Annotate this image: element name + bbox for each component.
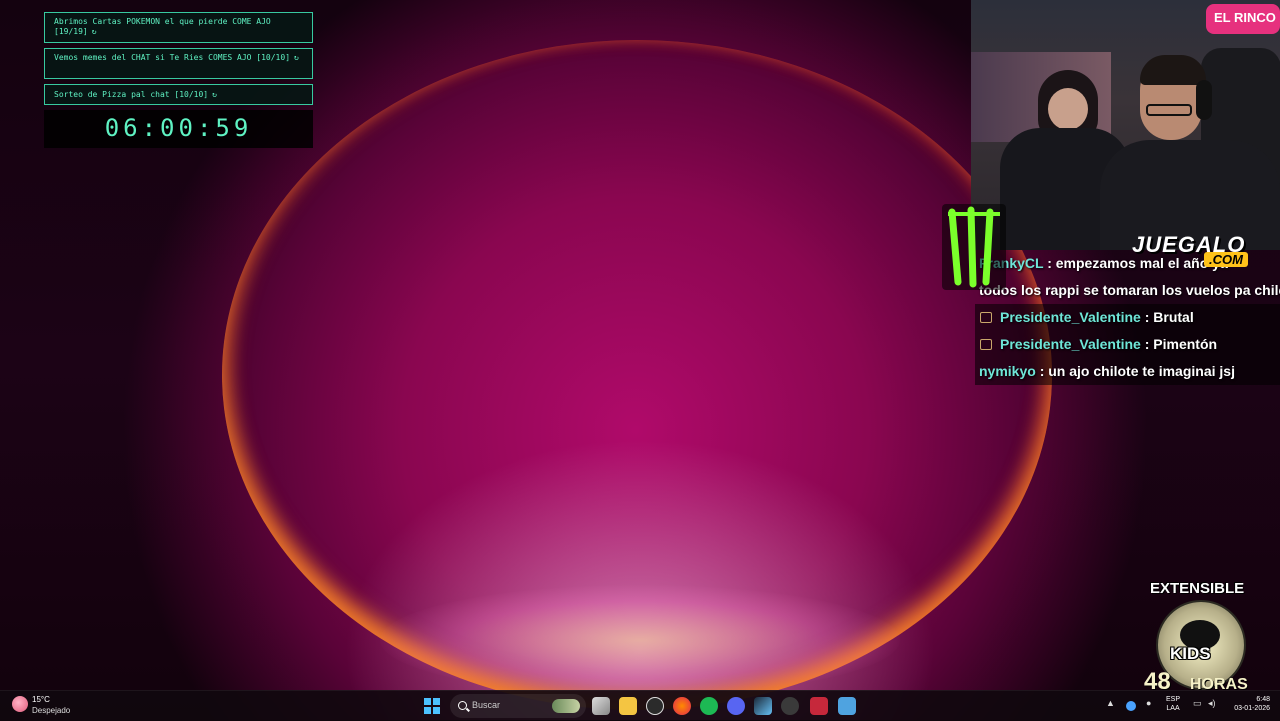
clock-date: 03-01-2026 xyxy=(1234,705,1270,712)
search-highlight-icon xyxy=(552,699,580,713)
chat-username: nymikyo xyxy=(979,363,1036,379)
app-icon[interactable] xyxy=(781,697,799,715)
file-explorer-icon[interactable] xyxy=(619,697,637,715)
chat-message: Presidente_Valentine : Brutal xyxy=(975,304,1280,331)
keyboard-layout: LAA xyxy=(1166,705,1180,712)
task-view-icon[interactable] xyxy=(592,697,610,715)
discord-icon[interactable] xyxy=(727,697,745,715)
chat-message: Presidente_Valentine : Pimentón xyxy=(975,331,1280,358)
volume-icon[interactable]: ◂) xyxy=(1208,698,1216,709)
firefox-icon[interactable] xyxy=(673,697,691,715)
chat-text: : un ajo chilote te imaginai jsj xyxy=(1035,363,1235,379)
notepad-icon[interactable] xyxy=(838,697,856,715)
goal-item: Vemos memes del CHAT si Te Ries COMES AJ… xyxy=(44,48,313,79)
neon-sign: EL RINCO xyxy=(1206,4,1280,34)
chat-text: : Pimentón xyxy=(1140,336,1218,352)
streamer-2-hair xyxy=(1140,55,1206,85)
microphone-icon[interactable]: ● xyxy=(1146,698,1151,708)
streamlabs-icon[interactable] xyxy=(810,697,828,715)
goal-refresh-icon: ↻ xyxy=(91,27,97,36)
language-indicator[interactable]: ESP LAA xyxy=(1166,695,1180,713)
extensible-title: EXTENSIBLE xyxy=(1150,580,1245,597)
goal-text: Abrimos Cartas POKEMON el que pierde COM… xyxy=(54,17,271,36)
stream-goals-widget: Abrimos Cartas POKEMON el que pierde COM… xyxy=(44,12,313,148)
weather-temperature: 15°C xyxy=(32,695,50,704)
goal-text: Sorteo de Pizza pal chat [10/10] xyxy=(54,90,209,99)
spotify-icon[interactable] xyxy=(700,697,718,715)
headset-icon xyxy=(1196,80,1212,120)
goal-refresh-icon: ↻ xyxy=(294,53,299,62)
taskbar-search-box[interactable]: Buscar xyxy=(450,694,586,718)
windows-start-icon[interactable] xyxy=(424,698,440,714)
subscriber-badge-icon xyxy=(980,311,992,323)
taskbar-clock[interactable]: 6:48 03-01-2026 xyxy=(1226,695,1270,713)
steam-icon[interactable] xyxy=(754,697,772,715)
monster-energy-logo-icon xyxy=(942,204,1006,290)
streamer-1-face xyxy=(1048,88,1088,130)
tray-app-icon[interactable] xyxy=(1126,701,1136,711)
kids-label: KIDS xyxy=(1170,644,1211,663)
chevron-up-icon[interactable]: ▲ xyxy=(1106,698,1115,708)
windows-taskbar: 15°C Despejado Buscar ▲ ● ESP LAA ▭ ◂) 6… xyxy=(0,690,1280,721)
chat-message: todos los rappi se tomaran los vuelos pa… xyxy=(975,277,1280,304)
chat-username: Presidente_Valentine xyxy=(1000,336,1141,352)
clock-time: 6:48 xyxy=(1256,696,1270,703)
language-code: ESP xyxy=(1166,696,1181,703)
network-icon[interactable]: ▭ xyxy=(1193,698,1202,709)
weather-icon xyxy=(12,696,28,712)
extensible-badge: EXTENSIBLE KIDS 48 HORAS xyxy=(1140,578,1260,698)
search-placeholder: Buscar xyxy=(472,700,501,710)
chat-text: : Brutal xyxy=(1140,309,1194,325)
chat-username: Presidente_Valentine xyxy=(1000,309,1141,325)
wallpaper-glow-bottom xyxy=(380,585,900,695)
chat-text: todos los rappi se tomaran los vuelos pa… xyxy=(979,282,1280,298)
chat-message: nymikyo : un ajo chilote te imaginai jsj xyxy=(975,358,1280,385)
countdown-timer: 06:00:59 xyxy=(44,110,313,148)
chat-overlay: FrankyCL : empezamos mal el año ya todos… xyxy=(975,250,1280,385)
obs-icon[interactable] xyxy=(646,697,664,715)
goal-item: Abrimos Cartas POKEMON el que pierde COM… xyxy=(44,12,313,43)
sponsor-logo-suffix: .COM xyxy=(1204,252,1248,267)
subscriber-badge-icon xyxy=(980,338,992,350)
streamer-2-glasses xyxy=(1146,104,1192,116)
goal-text: Vemos memes del CHAT si Te Ries COMES AJ… xyxy=(54,53,291,62)
goal-item: Sorteo de Pizza pal chat [10/10] ↻ xyxy=(44,84,313,105)
search-icon xyxy=(458,701,467,710)
weather-description: Despejado xyxy=(32,706,71,715)
goal-refresh-icon: ↻ xyxy=(212,90,217,99)
